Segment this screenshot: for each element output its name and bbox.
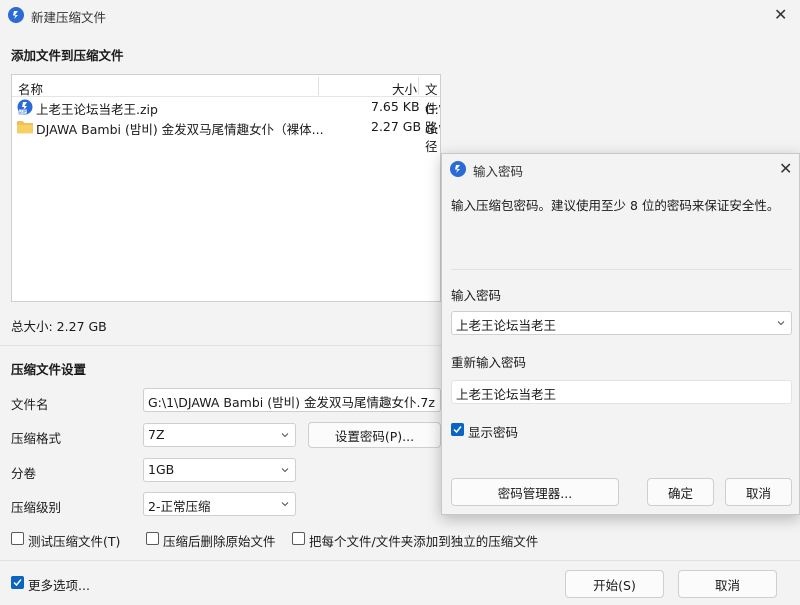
test-archive-label[interactable]: 测试压缩文件(T): [28, 531, 120, 550]
chevron-down-icon: [281, 433, 289, 438]
volume-select[interactable]: 1GB: [143, 458, 296, 482]
app-logo-icon: [450, 161, 466, 177]
table-row[interactable]: ZIP 上老王论坛当老王.zip 7.65 KB G:\1\上老王论坛当老王.z…: [12, 97, 440, 117]
ok-button[interactable]: 确定: [647, 478, 714, 506]
column-header-size[interactable]: 大小: [392, 79, 417, 98]
format-select[interactable]: 7Z: [143, 423, 296, 447]
zip-file-icon: ZIP: [17, 99, 33, 115]
file-path: G:\1\DJAWA Bambi (밤비) 金发双马尾情趣女仆（...: [425, 122, 440, 137]
add-files-section-title: 添加文件到压缩文件: [11, 48, 124, 63]
chevron-down-icon: [281, 468, 289, 473]
start-button[interactable]: 开始(S): [565, 570, 664, 598]
cancel-button[interactable]: 取消: [678, 570, 777, 598]
format-label: 压缩格式: [11, 431, 62, 446]
checkmark-icon: [453, 426, 462, 434]
list-header: 名称 大小 文件路径: [12, 75, 440, 154]
password-dialog: 输入密码 ✕ 输入压缩包密码。建议使用至少 8 位的密码来保证安全性。 输入密码…: [441, 153, 800, 515]
format-value: 7Z: [148, 427, 165, 442]
file-list[interactable]: 名称 大小 文件路径 ZIP 上老王论坛当老王.zip 7.65 KB G:\1…: [11, 74, 441, 302]
more-options-label[interactable]: 更多选项...: [28, 575, 90, 594]
filename-label: 文件名: [11, 397, 49, 412]
divider: [0, 345, 441, 346]
password-manager-button[interactable]: 密码管理器...: [451, 478, 619, 506]
title-bar: 新建压缩文件 ✕: [0, 0, 800, 30]
volume-value: 1GB: [148, 462, 175, 477]
app-logo-icon: [8, 7, 24, 23]
settings-section-title: 压缩文件设置: [11, 362, 87, 377]
show-password-label[interactable]: 显示密码: [468, 422, 518, 441]
column-header-name[interactable]: 名称: [18, 79, 43, 98]
file-size: 2.27 GB: [371, 119, 422, 134]
each-separate-checkbox[interactable]: [292, 532, 305, 545]
each-separate-label[interactable]: 把每个文件/文件夹添加到独立的压缩文件: [309, 531, 538, 550]
password-hint: 输入压缩包密码。建议使用至少 8 位的密码来保证安全性。: [451, 198, 780, 213]
table-row[interactable]: DJAWA Bambi (밤비) 金发双马尾情趣女仆（裸体... 2.27 GB…: [12, 117, 440, 137]
volume-label: 分卷: [11, 466, 37, 481]
filename-input[interactable]: G:\1\DJAWA Bambi (밤비) 金发双马尾情趣女仆.7z: [143, 388, 441, 412]
chevron-down-icon[interactable]: [777, 319, 785, 327]
password-value: 上老王论坛当老王: [456, 318, 557, 333]
divider: [451, 269, 792, 270]
chevron-down-icon: [281, 502, 289, 507]
file-name: DJAWA Bambi (밤비) 金发双马尾情趣女仆（裸体...: [36, 122, 324, 137]
divider: [0, 560, 800, 561]
folder-icon: [17, 121, 33, 134]
dialog-cancel-button[interactable]: 取消: [725, 478, 792, 506]
total-size-text: 总大小: 2.27 GB: [11, 319, 107, 334]
show-password-checkbox[interactable]: [451, 423, 464, 436]
level-select[interactable]: 2-正常压缩: [143, 492, 296, 516]
delete-after-checkbox[interactable]: [146, 532, 159, 545]
delete-after-label[interactable]: 压缩后删除原始文件: [163, 531, 276, 550]
close-icon[interactable]: ✕: [774, 7, 787, 23]
dialog-title: 输入密码: [473, 164, 524, 179]
reenter-password-label: 重新输入密码: [451, 355, 527, 370]
level-label: 压缩级别: [11, 500, 62, 515]
level-value: 2-正常压缩: [148, 499, 211, 514]
close-icon[interactable]: ✕: [779, 161, 792, 177]
password-combo-input[interactable]: 上老王论坛当老王: [451, 311, 792, 335]
set-password-button[interactable]: 设置密码(P)...: [308, 422, 441, 448]
file-size: 7.65 KB: [371, 99, 420, 114]
more-options-checkbox[interactable]: [11, 576, 24, 589]
checkmark-icon: [13, 579, 22, 587]
file-path: G:\1\上老王论坛当老王.zip: [425, 102, 440, 117]
password-label: 输入密码: [451, 288, 502, 303]
file-name: 上老王论坛当老王.zip: [36, 102, 158, 117]
reenter-password-input[interactable]: 上老王论坛当老王: [451, 380, 792, 404]
test-archive-checkbox[interactable]: [11, 532, 24, 545]
svg-text:ZIP: ZIP: [20, 109, 27, 114]
window-title: 新建压缩文件: [31, 10, 107, 25]
